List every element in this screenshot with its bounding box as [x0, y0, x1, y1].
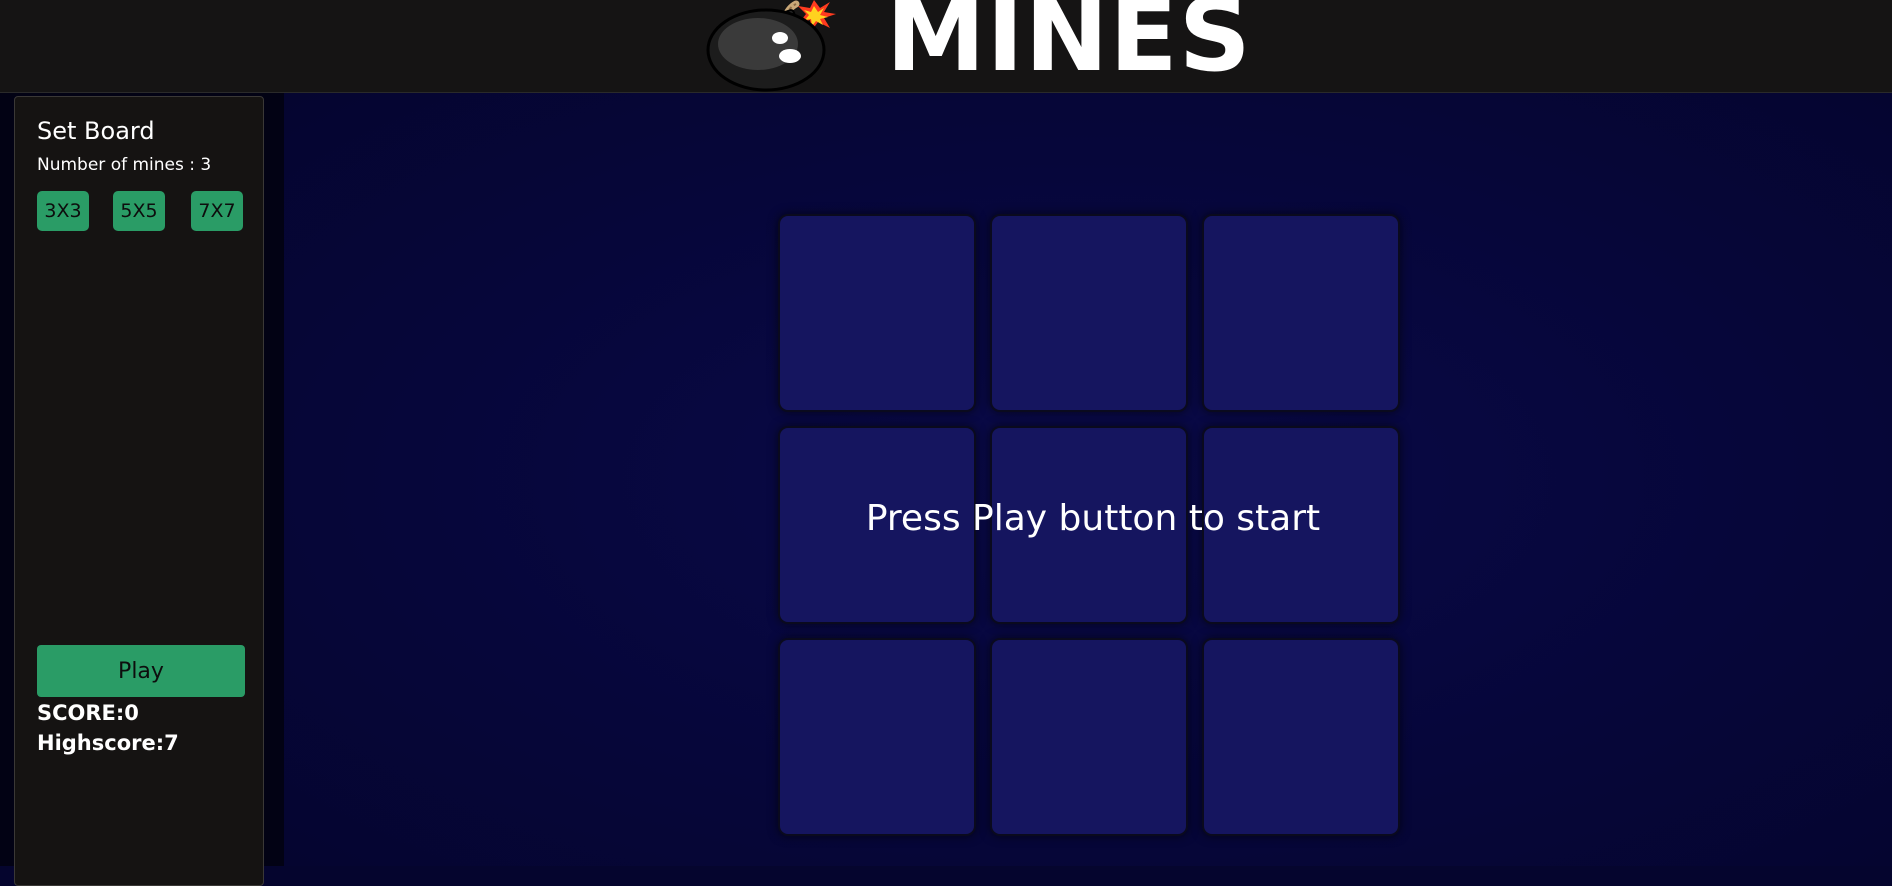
- header: MINES: [0, 0, 1892, 93]
- set-board-heading: Set Board: [37, 117, 155, 145]
- size-5x5-button[interactable]: 5X5: [113, 191, 165, 231]
- game-area: Press Play button to start: [284, 93, 1892, 866]
- size-7x7-button[interactable]: 7X7: [191, 191, 243, 231]
- board-cell[interactable]: [990, 638, 1188, 836]
- score-label: SCORE:0: [37, 701, 139, 725]
- highscore-label: Highscore:7: [37, 731, 179, 755]
- board-cell[interactable]: [778, 426, 976, 624]
- play-button[interactable]: Play: [37, 645, 245, 697]
- mines-count-label: Number of mines : 3: [37, 155, 212, 175]
- size-3x3-button[interactable]: 3X3: [37, 191, 89, 231]
- logo: MINES: [696, 0, 1251, 92]
- bomb-icon: [706, 0, 836, 92]
- board-cell[interactable]: [990, 426, 1188, 624]
- board-cell[interactable]: [1202, 214, 1400, 412]
- app-title: MINES: [886, 0, 1252, 94]
- board-cell[interactable]: [778, 638, 976, 836]
- board-cell[interactable]: [1202, 638, 1400, 836]
- sidebar: Set Board Number of mines : 3 3X3 5X5 7X…: [14, 96, 264, 886]
- board-cell[interactable]: [990, 214, 1188, 412]
- board-cell[interactable]: [778, 214, 976, 412]
- game-board: [778, 214, 1408, 844]
- board-cell[interactable]: [1202, 426, 1400, 624]
